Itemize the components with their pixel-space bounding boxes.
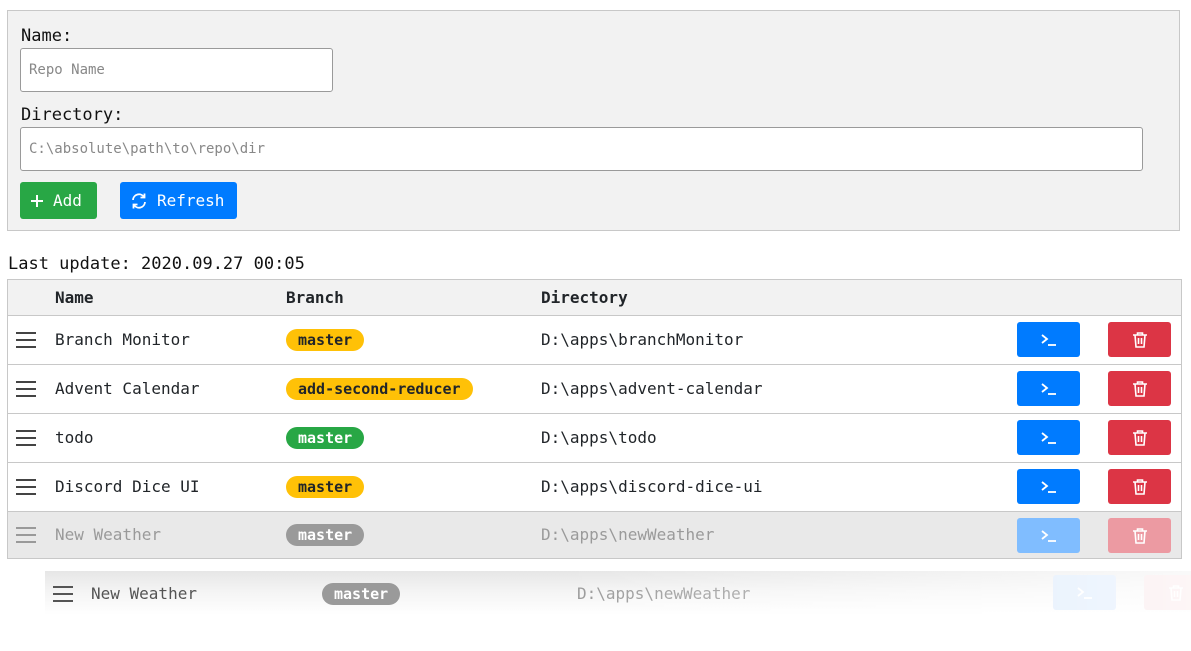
directory-label: Directory: <box>21 105 124 125</box>
repo-name: New Weather <box>91 584 197 603</box>
repo-name-input[interactable] <box>20 48 333 92</box>
add-button[interactable]: Add <box>20 182 97 219</box>
open-terminal-button[interactable] <box>1017 420 1080 455</box>
terminal-icon <box>1040 431 1056 444</box>
repo-name: Branch Monitor <box>55 330 190 349</box>
trash-icon <box>1132 478 1147 495</box>
repo-table: Name Branch Directory Branch Monitor mas… <box>7 279 1182 559</box>
branch-badge: master <box>286 329 365 351</box>
add-repo-form: Name: Directory: Add Refresh <box>7 10 1180 231</box>
table-row: Advent Calendar add-second-reducer D:\ap… <box>8 365 1181 414</box>
add-button-label: Add <box>53 191 82 210</box>
open-terminal-button <box>1053 575 1116 610</box>
trash-icon <box>1132 527 1147 544</box>
drag-handle-icon[interactable] <box>16 332 36 348</box>
terminal-icon <box>1076 586 1092 599</box>
trash-icon <box>1132 380 1147 397</box>
repo-name: Advent Calendar <box>55 379 200 398</box>
drag-handle-icon <box>53 586 73 602</box>
branch-badge: master <box>286 427 365 449</box>
terminal-icon <box>1040 333 1056 346</box>
repo-name: Discord Dice UI <box>55 477 200 496</box>
table-header: Name Branch Directory <box>8 280 1181 316</box>
dragged-row-preview[interactable]: New Weather master D:\apps\newWeather <box>45 571 1191 615</box>
table-row: Branch Monitor master D:\apps\branchMoni… <box>8 316 1181 365</box>
open-terminal-button[interactable] <box>1017 518 1080 553</box>
open-terminal-button[interactable] <box>1017 469 1080 504</box>
repo-name: todo <box>55 428 94 447</box>
trash-icon <box>1168 584 1183 601</box>
refresh-button-label: Refresh <box>157 191 225 210</box>
table-row: todo master D:\apps\todo <box>8 414 1181 463</box>
repo-directory: D:\apps\discord-dice-ui <box>541 477 763 496</box>
terminal-icon <box>1040 529 1056 542</box>
terminal-icon <box>1040 480 1056 493</box>
delete-button[interactable] <box>1108 420 1171 455</box>
terminal-icon <box>1040 382 1056 395</box>
repo-directory: D:\apps\branchMonitor <box>541 330 744 349</box>
header-name: Name <box>55 288 94 307</box>
refresh-icon <box>129 192 149 210</box>
branch-badge: add-second-reducer <box>286 378 473 400</box>
trash-icon <box>1132 331 1147 348</box>
trash-icon <box>1132 429 1147 446</box>
table-row: Discord Dice UI master D:\apps\discord-d… <box>8 463 1181 512</box>
branch-badge: master <box>322 583 401 605</box>
repo-directory: D:\apps\newWeather <box>541 525 715 544</box>
drag-handle-icon[interactable] <box>16 381 36 397</box>
repo-directory: D:\apps\newWeather <box>577 584 751 603</box>
branch-badge: master <box>286 524 365 546</box>
plus-icon <box>29 193 45 209</box>
refresh-button[interactable]: Refresh <box>120 182 237 219</box>
drag-handle-icon[interactable] <box>16 527 36 543</box>
drag-handle-icon[interactable] <box>16 479 36 495</box>
delete-button <box>1144 575 1191 610</box>
delete-button[interactable] <box>1108 322 1171 357</box>
branch-badge: master <box>286 476 365 498</box>
open-terminal-button[interactable] <box>1017 371 1080 406</box>
header-directory: Directory <box>541 288 628 307</box>
drag-handle-icon[interactable] <box>16 430 36 446</box>
open-terminal-button[interactable] <box>1017 322 1080 357</box>
repo-directory: D:\apps\advent-calendar <box>541 379 763 398</box>
delete-button[interactable] <box>1108 518 1171 553</box>
name-label: Name: <box>21 26 73 46</box>
delete-button[interactable] <box>1108 371 1171 406</box>
delete-button[interactable] <box>1108 469 1171 504</box>
directory-input[interactable] <box>20 127 1143 171</box>
header-branch: Branch <box>286 288 344 307</box>
last-update-text: Last update: 2020.09.27 00:05 <box>8 254 305 274</box>
repo-directory: D:\apps\todo <box>541 428 657 447</box>
repo-name: New Weather <box>55 525 161 544</box>
table-row-drag-placeholder: New Weather master D:\apps\newWeather <box>8 512 1181 558</box>
